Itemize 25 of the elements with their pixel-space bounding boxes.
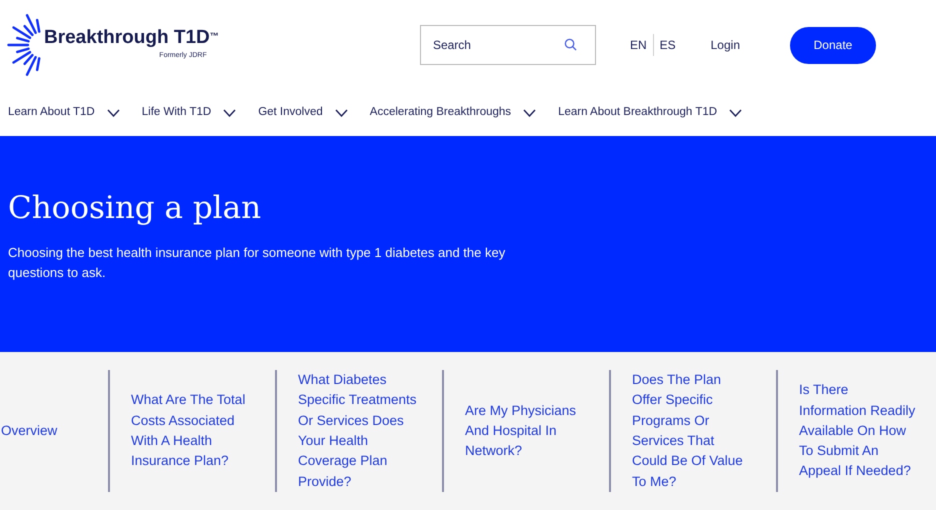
chevron-down-icon: [523, 109, 536, 117]
chevron-down-icon: [729, 109, 742, 117]
nav-menu-item[interactable]: Learn About Breakthrough T1D: [558, 104, 742, 122]
search-icon[interactable]: [564, 38, 577, 51]
language-link[interactable]: EN: [630, 36, 647, 54]
nav-menu-item[interactable]: Life With T1D: [142, 104, 236, 122]
section-link[interactable]: Are My Physicians And Hospital In Network?: [465, 400, 585, 462]
section-link[interactable]: What Are The Total Costs Associated With A Health Insurance Plan?: [131, 390, 251, 472]
chevron-down-icon: [223, 109, 236, 117]
login-link[interactable]: Login: [710, 36, 740, 54]
page-title: Choosing a plan: [8, 189, 262, 228]
search-field[interactable]: Search: [420, 25, 596, 65]
nav-menu-item[interactable]: Get Involved: [258, 104, 348, 122]
section-link[interactable]: Overview: [0, 420, 58, 442]
page-description: Choosing the best health insurance plan for someone with type 1 diabetes and the key questions to ask.: [8, 244, 506, 282]
language-link[interactable]: ES: [660, 36, 676, 54]
nav-menu-item[interactable]: Accelerating Breakthroughs: [370, 104, 536, 122]
section-link[interactable]: Is There Information Readily Available On How To Submit An Appeal If Needed?: [799, 380, 919, 482]
logo-wordmark[interactable]: Breakthrough T1D$^{™}$: [44, 28, 219, 48]
chevron-down-icon: [334, 109, 348, 117]
chevron-down-icon: [106, 109, 120, 117]
donate-button[interactable]: Donate: [790, 26, 876, 64]
section-link[interactable]: What Diabetes Specific Treatments Or Services Does Your Health Coverage Plan Provide?: [298, 370, 418, 492]
nav-menu-item[interactable]: Learn About T1D: [8, 104, 120, 122]
section-link[interactable]: Does The Plan Offer Specific Programs Or Services That Could Be Of Value To Me?: [632, 370, 752, 492]
